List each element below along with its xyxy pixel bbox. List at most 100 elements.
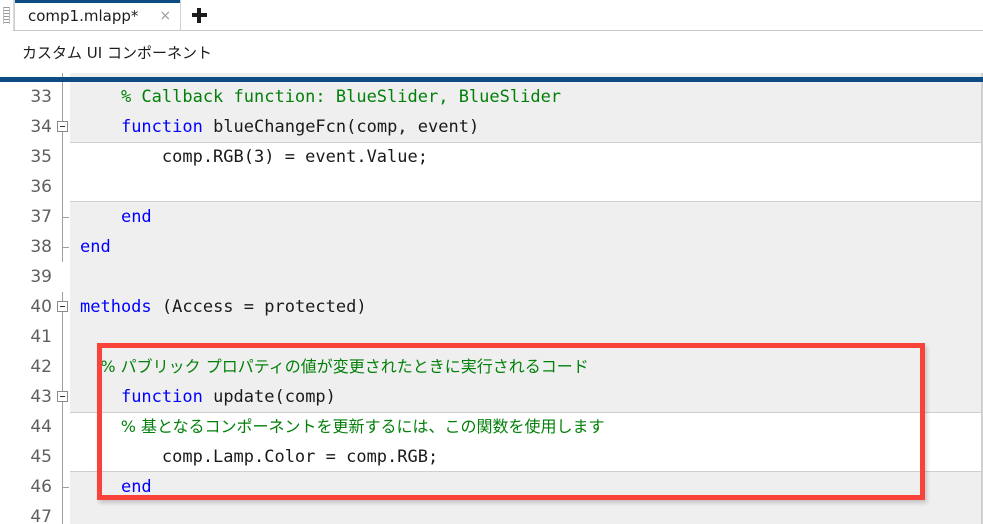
plus-icon <box>192 8 207 23</box>
code-text[interactable]: end <box>70 472 983 502</box>
code-text[interactable]: % パブリック プロパティの値が変更されたときに実行されるコード <box>70 352 983 382</box>
fold-gutter[interactable] <box>56 112 70 142</box>
fold-gutter[interactable] <box>56 202 70 232</box>
code-text[interactable]: end <box>70 202 983 232</box>
code-line[interactable]: 33 % Callback function: BlueSlider, Blue… <box>0 82 983 112</box>
code-line[interactable]: 40 methods (Access = protected) <box>0 292 983 322</box>
line-number: 35 <box>0 142 56 172</box>
fold-gutter[interactable] <box>56 292 70 322</box>
line-number: 37 <box>0 202 56 232</box>
code-line[interactable]: 39 <box>0 262 983 292</box>
fold-gutter[interactable] <box>56 352 70 382</box>
code-token: end <box>121 207 152 227</box>
code-text[interactable]: function update(comp) <box>70 382 983 412</box>
drag-grip-icon[interactable] <box>0 0 14 31</box>
code-token <box>80 117 121 137</box>
code-line[interactable]: 41 <box>0 322 983 352</box>
code-text[interactable] <box>70 322 983 352</box>
code-token: comp.RGB(3) = event.Value; <box>80 147 428 167</box>
fold-end-marker <box>62 217 69 218</box>
code-line[interactable]: 45 comp.Lamp.Color = comp.RGB; <box>0 442 983 472</box>
close-icon[interactable]: × <box>156 7 174 25</box>
fold-gutter[interactable] <box>56 442 70 472</box>
fold-collapse-icon[interactable] <box>57 391 68 402</box>
breadcrumb: カスタム UI コンポーネント <box>0 32 983 73</box>
code-token: % パブリック プロパティの値が変更されたときに実行されるコード <box>80 357 589 376</box>
breadcrumb-label: カスタム UI コンポーネント <box>22 42 212 63</box>
code-line[interactable]: 46 end <box>0 472 983 502</box>
editor-accent-bar-left <box>0 77 70 82</box>
code-token: function <box>121 387 203 407</box>
code-line[interactable]: 44 % 基となるコンポーネントを更新するには、この関数を使用します <box>0 412 983 442</box>
code-line[interactable]: 43 function update(comp) <box>0 382 983 412</box>
tab-strip-underline <box>13 30 983 31</box>
fold-gutter[interactable] <box>56 82 70 112</box>
line-number: 42 <box>0 352 56 382</box>
fold-gutter[interactable] <box>56 142 70 172</box>
fold-guide-line <box>62 142 63 172</box>
line-number: 33 <box>0 82 56 112</box>
code-line[interactable]: 47 <box>0 502 983 524</box>
fold-guide-line <box>62 352 63 382</box>
drag-grip-bars <box>3 7 10 24</box>
code-text[interactable] <box>70 502 983 524</box>
fold-gutter[interactable] <box>56 232 70 262</box>
code-text[interactable]: comp.RGB(3) = event.Value; <box>70 142 983 172</box>
fold-gutter[interactable] <box>56 502 70 524</box>
code-text[interactable]: methods (Access = protected) <box>70 292 983 322</box>
fold-guide-line <box>62 82 63 112</box>
fold-guide-line <box>62 322 63 352</box>
line-number: 39 <box>0 262 56 292</box>
code-line[interactable]: 42 % パブリック プロパティの値が変更されたときに実行されるコード <box>0 352 983 382</box>
code-text[interactable]: % Callback function: BlueSlider, BlueSli… <box>70 82 983 112</box>
tab-strip-filler <box>217 0 983 31</box>
code-token <box>80 387 121 407</box>
code-text[interactable]: end <box>70 232 983 262</box>
code-token: function <box>121 117 203 137</box>
fold-gutter[interactable] <box>56 382 70 412</box>
code-line[interactable]: 37 end <box>0 202 983 232</box>
line-number: 41 <box>0 322 56 352</box>
fold-gutter[interactable] <box>56 472 70 502</box>
code-text[interactable]: comp.Lamp.Color = comp.RGB; <box>70 442 983 472</box>
tab-comp1-mlapp[interactable]: comp1.mlapp* × <box>14 0 181 31</box>
code-token <box>80 477 121 497</box>
line-number: 36 <box>0 172 56 202</box>
fold-gutter[interactable] <box>56 262 70 292</box>
code-line[interactable]: 34 function blueChangeFcn(comp, event) <box>0 112 983 142</box>
app-designer-code-editor: comp1.mlapp* × カスタム UI コンポーネント 3233 % Ca… <box>0 0 983 524</box>
code-text[interactable] <box>70 172 983 202</box>
fold-end-marker <box>62 247 69 248</box>
line-number: 40 <box>0 292 56 322</box>
code-text[interactable]: function blueChangeFcn(comp, event) <box>70 112 983 142</box>
tab-strip: comp1.mlapp* × <box>0 0 983 32</box>
code-text[interactable]: % 基となるコンポーネントを更新するには、この関数を使用します <box>70 412 983 442</box>
code-token: end <box>121 477 152 497</box>
fold-gutter[interactable] <box>56 322 70 352</box>
code-line[interactable]: 35 comp.RGB(3) = event.Value; <box>0 142 983 172</box>
fold-collapse-icon[interactable] <box>57 301 68 312</box>
fold-guide-line <box>62 442 63 472</box>
code-token: end <box>80 237 111 257</box>
code-text[interactable] <box>70 262 983 292</box>
fold-guide-line <box>62 502 63 524</box>
line-number: 45 <box>0 442 56 472</box>
code-lines-container: 3233 % Callback function: BlueSlider, Bl… <box>0 73 983 524</box>
fold-end-marker <box>62 487 69 488</box>
code-token: comp.Lamp.Color = comp.RGB; <box>80 447 438 467</box>
fold-gutter[interactable] <box>56 412 70 442</box>
code-editor-pane[interactable]: 3233 % Callback function: BlueSlider, Bl… <box>0 73 983 524</box>
fold-gutter[interactable] <box>56 172 70 202</box>
code-token: % Callback function: BlueSlider, BlueSli… <box>80 87 561 107</box>
code-token: % 基となるコンポーネントを更新するには、この関数を使用します <box>80 417 605 436</box>
code-line[interactable]: 38end <box>0 232 983 262</box>
editor-accent-bar <box>70 77 983 82</box>
new-tab-button[interactable] <box>181 0 217 31</box>
code-token <box>80 207 121 227</box>
tab-label: comp1.mlapp* <box>28 7 138 25</box>
code-token: methods <box>80 297 152 317</box>
code-line[interactable]: 36 <box>0 172 983 202</box>
fold-collapse-icon[interactable] <box>57 121 68 132</box>
line-number: 44 <box>0 412 56 442</box>
fold-guide-line <box>62 412 63 442</box>
